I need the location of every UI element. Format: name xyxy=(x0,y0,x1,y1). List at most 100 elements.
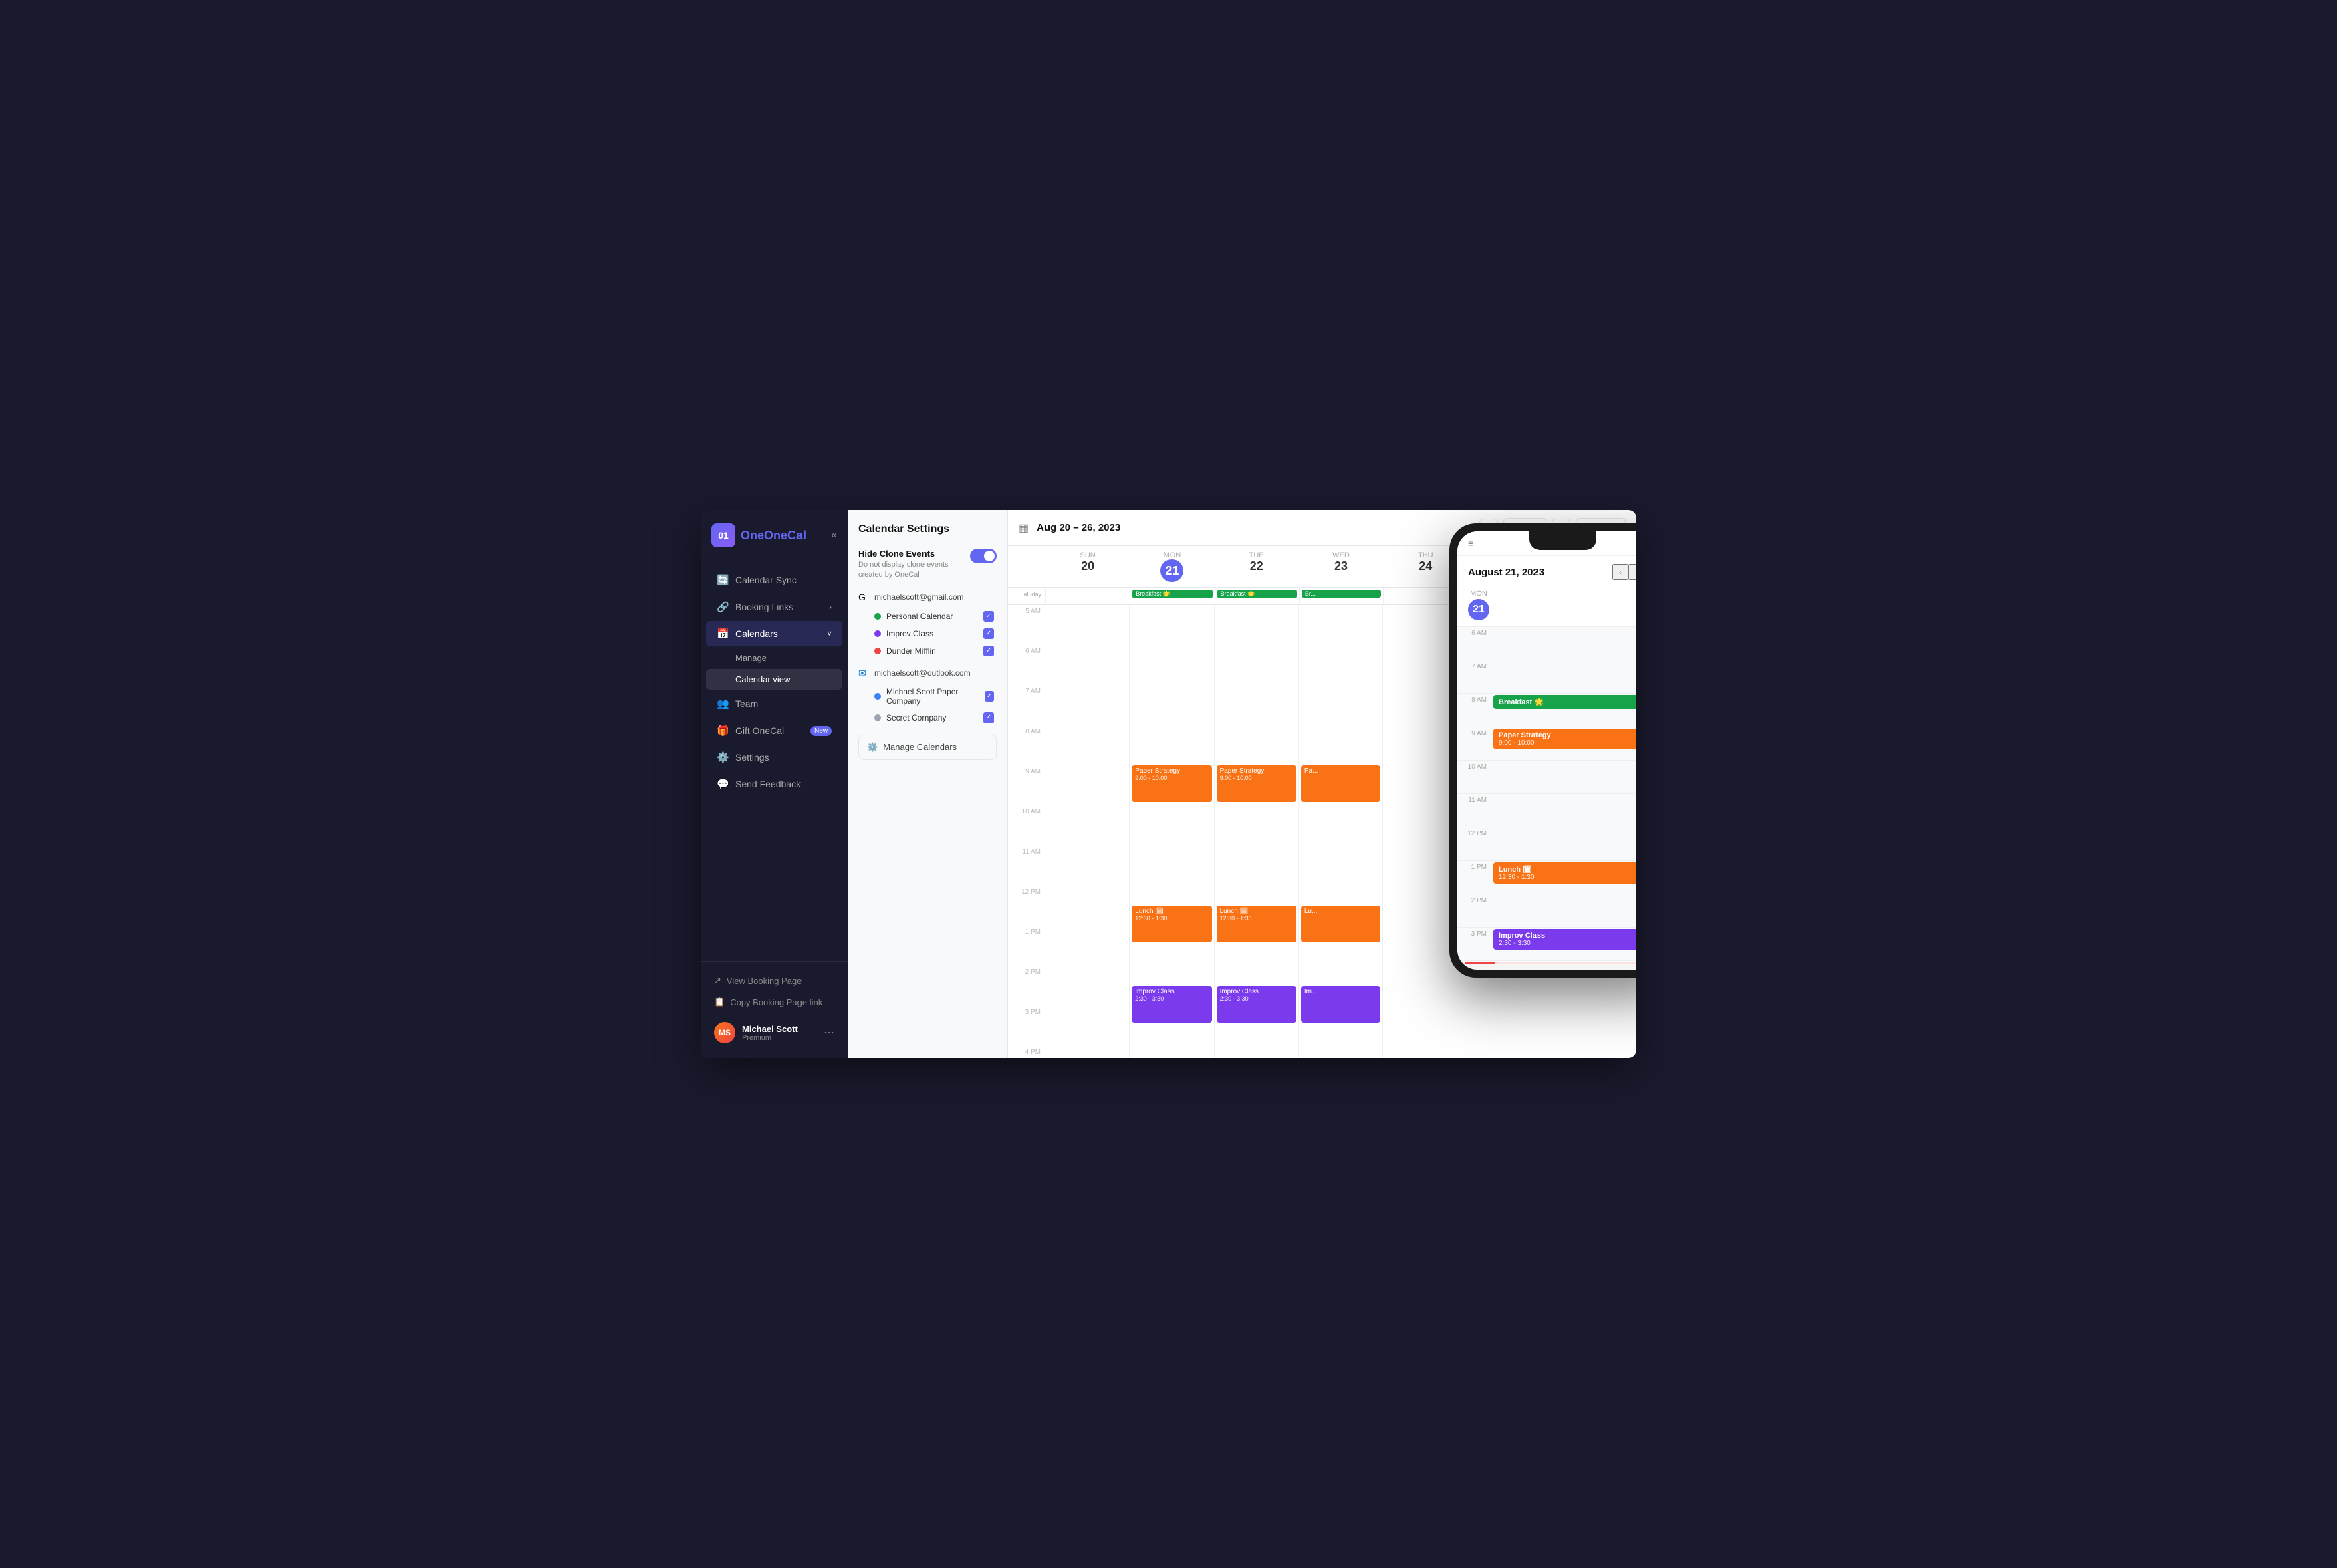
phone-frame: ≡ August 21, 2023 ‹ › ··· MON xyxy=(1449,523,1636,978)
breakfast-alldayday-mon[interactable]: Breakfast 🌟 xyxy=(1132,590,1212,598)
event-lunch-mon[interactable]: Lunch 🗓 12:30 - 1:30 xyxy=(1132,906,1211,942)
event-improv-mon[interactable]: Improv Class 2:30 - 3:30 xyxy=(1132,986,1211,1023)
calendar-sync-icon: 🔄 xyxy=(717,574,729,586)
sidebar-bottom: ↗ View Booking Page 📋 Copy Booking Page … xyxy=(701,961,848,1058)
google-icon: G xyxy=(858,592,869,602)
feedback-icon: 💬 xyxy=(717,778,729,790)
phone-event-lunch[interactable]: Lunch 🗓 12:30 - 1:30 xyxy=(1493,862,1636,884)
phone-prev-button[interactable]: ‹ xyxy=(1612,564,1628,580)
google-account: G michaelscott@gmail.com xyxy=(858,592,997,602)
dunder-cal-dot xyxy=(874,648,881,654)
sidebar-item-label: Team xyxy=(735,698,758,709)
copy-booking-link[interactable]: 📋 Copy Booking Page link xyxy=(706,991,842,1013)
external-link-icon: ↗ xyxy=(714,975,721,986)
event-paper-strategy-mon[interactable]: Paper Strategy 9:00 - 10:00 xyxy=(1132,765,1211,802)
breakfast-allday-wed[interactable]: Br... xyxy=(1302,590,1381,598)
all-day-mon: Breakfast 🌟 xyxy=(1130,588,1214,604)
phone-row-1pm: 1 PM Lunch 🗓 12:30 - 1:30 xyxy=(1457,860,1636,894)
sidebar-item-label: Send Feedback xyxy=(735,779,801,789)
calendars-icon: 📅 xyxy=(717,628,729,640)
sidebar-collapse-button[interactable]: « xyxy=(831,529,837,541)
day-col-wed: Pa... Lu... Im... Su... xyxy=(1299,605,1383,1058)
personal-calendar-item[interactable]: Personal Calendar ✓ xyxy=(858,608,997,625)
avatar: MS xyxy=(714,1022,735,1043)
dunder-cal-check: ✓ xyxy=(983,646,994,656)
paper-company-item[interactable]: Michael Scott Paper Company ✓ xyxy=(858,684,997,709)
hide-clone-toggle[interactable] xyxy=(970,549,997,563)
phone-progress-bar xyxy=(1465,962,1636,964)
phone-next-button[interactable]: › xyxy=(1628,564,1636,580)
time-labels-col: 5 AM 6 AM 7 AM 8 AM 9 AM 10 AM 11 AM 12 … xyxy=(1008,605,1046,1058)
user-info: Michael Scott Premium xyxy=(742,1024,817,1042)
sidebar-item-label: Calendars xyxy=(735,628,778,639)
main-content: Calendar Settings Hide Clone Events Do n… xyxy=(848,510,1636,1058)
event-improv-tue[interactable]: Improv Class 2:30 - 3:30 xyxy=(1217,986,1296,1023)
event-lunch-tue[interactable]: Lunch 🗓 12:30 - 1:30 xyxy=(1217,906,1296,942)
sidebar-item-settings[interactable]: ⚙️ Settings xyxy=(706,745,842,770)
day-col-tue: Paper Strategy 9:00 - 10:00 Lunch 🗓 12:3… xyxy=(1215,605,1299,1058)
dunder-mifflin-item[interactable]: Dunder Mifflin ✓ xyxy=(858,642,997,660)
chevron-right-icon: › xyxy=(829,602,832,612)
event-paper-strategy-tue[interactable]: Paper Strategy 9:00 - 10:00 xyxy=(1217,765,1296,802)
improv-class-item[interactable]: Improv Class ✓ xyxy=(858,625,997,642)
view-booking-page-link[interactable]: ↗ View Booking Page xyxy=(706,970,842,991)
phone-notch xyxy=(1529,531,1596,550)
date-range: Aug 20 – 26, 2023 xyxy=(1037,522,1120,533)
google-account-section: G michaelscott@gmail.com Personal Calend… xyxy=(858,592,997,660)
event-lunch-wed[interactable]: Lu... xyxy=(1301,906,1380,942)
phone-time-grid[interactable]: 6 AM 7 AM 8 AM xyxy=(1457,626,1636,962)
new-badge: New xyxy=(810,726,832,736)
sidebar-sub-item-manage[interactable]: Manage xyxy=(706,648,842,668)
phone-date-title: August 21, 2023 xyxy=(1468,567,1612,578)
phone-event-breakfast[interactable]: Breakfast 🌟 xyxy=(1493,695,1636,709)
day-header-tue: TUE 22 xyxy=(1215,546,1299,587)
phone-event-improv[interactable]: Improv Class 2:30 - 3:30 xyxy=(1493,929,1636,950)
sidebar-item-label: Booking Links xyxy=(735,602,793,612)
improv-cal-dot xyxy=(874,630,881,637)
gear-icon: ⚙️ xyxy=(867,742,878,753)
secret-company-item[interactable]: Secret Company ✓ xyxy=(858,709,997,727)
personal-cal-check: ✓ xyxy=(983,611,994,622)
google-email: michaelscott@gmail.com xyxy=(874,592,964,602)
sidebar-item-calendars[interactable]: 📅 Calendars ˅ xyxy=(706,621,842,646)
sidebar-item-calendar-sync[interactable]: 🔄 Calendar Sync xyxy=(706,567,842,593)
day-col-sun xyxy=(1046,605,1130,1058)
team-icon: 👥 xyxy=(717,698,729,710)
breakfast-allday-tue[interactable]: Breakfast 🌟 xyxy=(1217,590,1297,598)
logo-text: OneOneCal xyxy=(741,529,806,543)
phone-screen: ≡ August 21, 2023 ‹ › ··· MON xyxy=(1457,531,1636,970)
settings-title: Calendar Settings xyxy=(858,523,997,535)
app-container: 01 OneOneCal « 🔄 Calendar Sync 🔗 Booking… xyxy=(701,510,1636,1058)
day-col-mon: Paper Strategy 9:00 - 10:00 Lunch 🗓 12:3… xyxy=(1130,605,1214,1058)
phone-row-7am: 7 AM xyxy=(1457,660,1636,693)
phone-event-paper-strategy[interactable]: Paper Strategy 9:00 - 10:00 xyxy=(1493,729,1636,749)
paper-cal-check: ✓ xyxy=(985,691,994,702)
outlook-account-section: ✉ michaelscott@outlook.com Michael Scott… xyxy=(858,668,997,727)
user-menu-button[interactable]: ⋯ xyxy=(824,1026,834,1039)
sidebar-item-feedback[interactable]: 💬 Send Feedback xyxy=(706,771,842,797)
calendar-view-icon: ▦ xyxy=(1019,521,1029,535)
hide-clone-events-toggle-row: Hide Clone Events Do not display clone e… xyxy=(858,549,997,581)
event-improv-wed[interactable]: Im... xyxy=(1301,986,1380,1023)
event-paper-strategy-wed[interactable]: Pa... xyxy=(1301,765,1380,802)
day-header-mon: MON 21 xyxy=(1130,546,1214,587)
phone-row-11am: 11 AM xyxy=(1457,793,1636,827)
sidebar-item-booking-links[interactable]: 🔗 Booking Links › xyxy=(706,594,842,620)
outlook-email: michaelscott@outlook.com xyxy=(874,668,971,678)
sidebar: 01 OneOneCal « 🔄 Calendar Sync 🔗 Booking… xyxy=(701,510,848,1058)
sidebar-item-label: Gift OneCal xyxy=(735,725,784,736)
phone-day-num: 21 xyxy=(1468,599,1489,620)
secret-cal-dot xyxy=(874,714,881,721)
sidebar-item-team[interactable]: 👥 Team xyxy=(706,691,842,716)
outlook-icon: ✉ xyxy=(858,668,869,678)
phone-day-selector: MON 21 xyxy=(1457,585,1636,626)
user-name: Michael Scott xyxy=(742,1024,817,1034)
logo-icon: 01 xyxy=(711,523,735,547)
phone-menu-icon: ≡ xyxy=(1468,538,1473,549)
sidebar-sub-item-calendar-view[interactable]: Calendar view xyxy=(706,669,842,690)
manage-calendars-button[interactable]: ⚙️ Manage Calendars xyxy=(858,735,997,760)
sidebar-item-gift[interactable]: 🎁 Gift OneCal New xyxy=(706,718,842,743)
personal-cal-dot xyxy=(874,613,881,620)
phone-row-6am: 6 AM xyxy=(1457,626,1636,660)
phone-row-9am: 9 AM Paper Strategy 9:00 - 10:00 xyxy=(1457,727,1636,760)
